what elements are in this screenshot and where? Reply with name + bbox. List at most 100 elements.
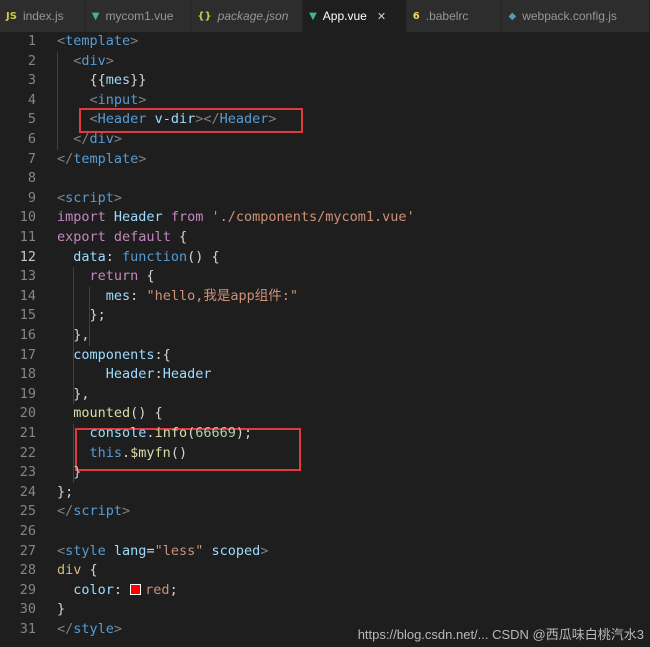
- code-text: components:{: [57, 346, 171, 366]
- tab-babelrc[interactable]: 6 .babelrc: [406, 0, 503, 32]
- line-number: 4: [27, 91, 36, 108]
- code-line[interactable]: 5 <Header v-dir></Header>: [0, 110, 650, 130]
- code-text: };: [57, 306, 106, 326]
- code-token: mes: [105, 72, 131, 89]
- code-token: );: [235, 425, 253, 441]
- code-line[interactable]: 9 <script>: [0, 189, 650, 209]
- code-line[interactable]: 7 </template>: [0, 150, 650, 170]
- code-token: {{: [57, 72, 106, 89]
- code-token: {: [170, 229, 188, 245]
- code-token: >: [113, 189, 123, 206]
- indent-guide: [73, 424, 74, 483]
- tab-index-js[interactable]: JS index.js: [0, 0, 86, 32]
- code-line[interactable]: 3 {{mes}}: [0, 71, 650, 91]
- line-number: 29: [19, 581, 36, 598]
- code-editor[interactable]: 1 <template> 2 <div> 3 {{mes}} 4 <input> 5 <H…: [0, 32, 650, 647]
- code-line[interactable]: 29 color: red;: [0, 581, 650, 601]
- code-line[interactable]: 26: [0, 522, 650, 542]
- code-token: Header: [113, 209, 163, 226]
- code-line[interactable]: 14 mes: "hello,我是app组件:": [0, 287, 650, 307]
- code-text: }: [57, 463, 81, 483]
- code-line[interactable]: 16 },: [0, 326, 650, 346]
- close-tab-icon[interactable]: ✕: [377, 10, 386, 23]
- tab-mycom1-vue[interactable]: ▼ mycom1.vue: [85, 0, 192, 32]
- code-token: this: [89, 444, 123, 461]
- code-line[interactable]: 11 export default {: [0, 228, 650, 248]
- code-token: mounted: [73, 405, 131, 422]
- code-line[interactable]: 24};: [0, 483, 650, 503]
- code-token: input: [97, 91, 139, 108]
- code-line[interactable]: 28 div {: [0, 561, 650, 581]
- code-line[interactable]: 10 import Header from './components/mycom…: [0, 208, 650, 228]
- code-text: mounted() {: [57, 404, 162, 424]
- code-token: >: [268, 111, 277, 128]
- code-token: "less": [154, 542, 204, 559]
- code-token: <: [89, 91, 98, 108]
- line-number: 25: [19, 503, 36, 520]
- line-number: 26: [19, 523, 36, 539]
- code-line[interactable]: 25 </script>: [0, 502, 650, 522]
- code-token: function: [122, 248, 188, 265]
- code-line[interactable]: 13 return {: [0, 267, 650, 287]
- code-line[interactable]: 18 Header:Header: [0, 365, 650, 385]
- code-line[interactable]: 27 <style lang="less" scoped>: [0, 542, 650, 562]
- code-text: Header:Header: [57, 365, 212, 385]
- color-swatch-icon[interactable]: [130, 583, 142, 595]
- code-line[interactable]: 1 <template>: [0, 32, 650, 52]
- code-token: =: [146, 542, 155, 559]
- code-line[interactable]: 6 </div>: [0, 130, 650, 150]
- code-token: {: [211, 248, 220, 265]
- code-token: from: [170, 209, 204, 226]
- code-line[interactable]: 21 console.info(66669);: [0, 424, 650, 444]
- tab-webpack-config-js[interactable]: ◆ webpack.config.js: [502, 0, 650, 32]
- line-number: 28: [19, 562, 36, 579]
- code-token: red: [145, 581, 170, 598]
- code-line[interactable]: 4 <input>: [0, 91, 650, 111]
- line-number: 21: [19, 425, 36, 441]
- code-line[interactable]: 19 },: [0, 385, 650, 405]
- code-line[interactable]: 20 mounted() {: [0, 404, 650, 424]
- code-token: (: [187, 425, 196, 441]
- line-number: 19: [19, 385, 36, 402]
- code-token: {: [138, 268, 155, 285]
- code-line[interactable]: 22 this.$myfn(): [0, 444, 650, 464]
- code-line[interactable]: 2 <div>: [0, 52, 650, 72]
- tab-label: webpack.config.js: [522, 9, 617, 23]
- code-token: <: [57, 542, 66, 559]
- code-token: components: [73, 346, 155, 363]
- code-token: :: [154, 366, 163, 383]
- tab-app-vue[interactable]: ▼ App.vue ✕: [303, 0, 407, 32]
- code-token: }: [57, 601, 66, 618]
- code-token: style: [65, 542, 106, 559]
- code-line[interactable]: 30}: [0, 600, 650, 620]
- code-token: .: [146, 425, 155, 441]
- code-line[interactable]: 15 };: [0, 306, 650, 326]
- code-line[interactable]: 17 components:{: [0, 346, 650, 366]
- tab-package-json[interactable]: {} package.json: [191, 0, 304, 32]
- code-token: Header: [219, 111, 269, 128]
- code-line[interactable]: 23 }: [0, 463, 650, 483]
- line-number: 7: [27, 150, 36, 167]
- code-token: >: [113, 621, 123, 637]
- code-token: (): [170, 444, 188, 461]
- line-number: 17: [19, 346, 36, 363]
- code-token: (): [187, 248, 212, 265]
- code-text: <style lang="less" scoped>: [57, 542, 268, 562]
- code-token: Header: [105, 366, 155, 383]
- tab-label: index.js: [22, 9, 64, 23]
- line-number: 11: [19, 229, 36, 245]
- code-text: return {: [57, 267, 155, 287]
- code-line[interactable]: 12 data: function() {: [0, 248, 650, 268]
- line-number: 8: [27, 170, 36, 187]
- line-number: 20: [19, 405, 36, 422]
- code-line[interactable]: 8: [0, 169, 650, 189]
